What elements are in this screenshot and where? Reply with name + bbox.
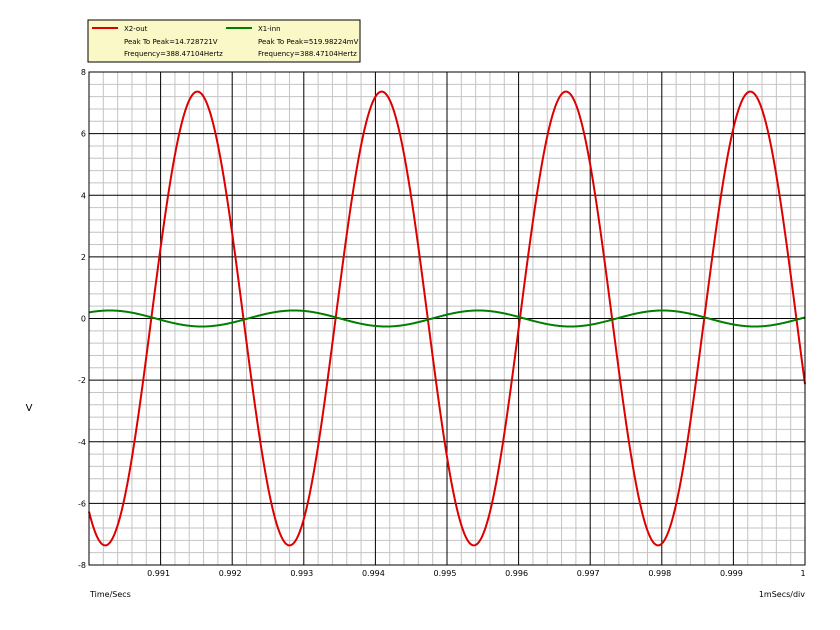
x-tick-label: 0.993 [290,569,313,578]
y-tick-label: 2 [81,253,86,262]
x-tick-label: 1 [800,569,805,578]
x-tick-label: 0.999 [720,569,743,578]
y-tick-label: -4 [78,438,86,447]
y-tick-label: -2 [78,376,86,385]
oscilloscope-chart: -8-6-4-202468 0.991 0.992 0.993 0.994 0.995 0… [26,19,806,599]
x-tick-label: 0.995 [434,569,457,578]
y-tick-labels: -8 -6 -4 -2 0 2 4 6 8 [78,68,86,570]
x-tick-label: 0.992 [219,569,242,578]
legend-peak-x2-out: Peak To Peak=14.728721V [124,38,218,46]
x-tick-label: 0.996 [505,569,528,578]
x-axis-label: Time/Secs [89,590,131,599]
y-tick-label: 4 [81,191,86,200]
x-tick-label: 0.994 [362,569,385,578]
x-tick-label: 0.997 [577,569,600,578]
legend-frequency-x2-out: Frequency=388.47104Hertz [124,50,223,58]
y-tick-label: 8 [81,68,86,77]
y-tick-label: -8 [78,561,86,570]
y-tick-label: 0 [81,315,86,324]
y-tick-label: 6 [81,130,86,139]
x-tick-label: 0.991 [147,569,170,578]
y-axis-label: V [26,403,33,414]
x-tick-labels: 0.991 0.992 0.993 0.994 0.995 0.996 0.997 0.998… [147,569,805,578]
legend-name-x2-out: X2-out [124,25,148,33]
legend-name-x1-inn: X1-inn [258,25,281,33]
legend-frequency-x1-inn: Frequency=388.47104Hertz [258,50,357,58]
y-tick-label: -6 [78,499,86,508]
x-scale-note: 1mSecs/div [759,590,805,599]
x-tick-label: 0.998 [648,569,671,578]
legend: X2-out Peak To Peak=14.728721V Frequency… [87,19,361,63]
legend-peak-x1-inn: Peak To Peak=519.98224mV [258,38,359,46]
